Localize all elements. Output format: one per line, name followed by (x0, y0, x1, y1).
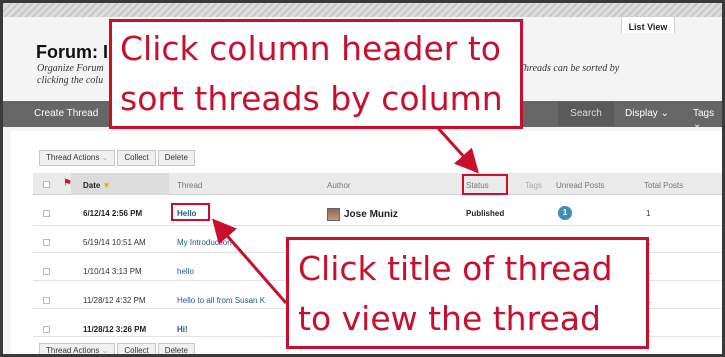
callout-top-line-2: sort threads by column (120, 79, 503, 118)
callout-bottom-line-2: to view the thread (298, 299, 601, 338)
screenshot-frame: List View Forum: In Organize Forum click… (0, 0, 725, 357)
callout-top-line-1: Click column header to (120, 29, 501, 68)
callout-sort-columns: Click column header to sort threads by c… (109, 19, 523, 129)
arrow-to-thread-title (212, 218, 288, 304)
callout-view-thread: Click title of thread to view the thread (286, 237, 649, 349)
arrow-to-status-header (436, 126, 480, 174)
callout-bottom-line-1: Click title of thread (298, 249, 613, 288)
